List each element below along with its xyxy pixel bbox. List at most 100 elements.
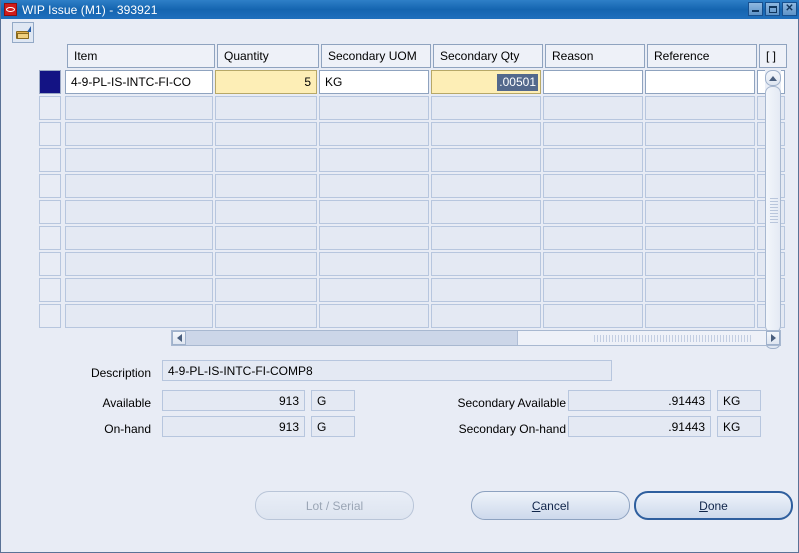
cell-reason[interactable] [543, 278, 643, 302]
cell-secondary_uom[interactable] [319, 226, 429, 250]
cell-item[interactable] [65, 252, 213, 276]
column-header-item[interactable]: Item [67, 44, 215, 68]
cell-reference[interactable] [645, 278, 755, 302]
minimize-icon[interactable] [748, 2, 763, 16]
table-row[interactable] [39, 148, 787, 174]
column-header-secondary_qty[interactable]: Secondary Qty [433, 44, 543, 68]
table-row[interactable] [39, 278, 787, 304]
cell-reference[interactable] [645, 174, 755, 198]
row-selector[interactable] [39, 252, 61, 276]
row-selector[interactable] [39, 226, 61, 250]
secondary-available-uom-field[interactable]: KG [717, 390, 761, 411]
table-row[interactable] [39, 200, 787, 226]
cell-secondary_qty[interactable] [431, 96, 541, 120]
cell-reason[interactable] [543, 148, 643, 172]
secondary-onhand-field[interactable]: .91443 [568, 416, 711, 437]
cancel-button[interactable]: Cancel [471, 491, 630, 520]
onhand-uom-field[interactable]: G [311, 416, 355, 437]
cell-secondary_qty[interactable] [431, 200, 541, 224]
cell-quantity[interactable] [215, 200, 317, 224]
cell-secondary_uom[interactable] [319, 304, 429, 328]
table-row[interactable] [39, 96, 787, 122]
cell-secondary_uom[interactable] [319, 96, 429, 120]
cell-item[interactable] [65, 148, 213, 172]
cell-item[interactable] [65, 174, 213, 198]
cell-secondary_uom[interactable] [319, 252, 429, 276]
available-field[interactable]: 913 [162, 390, 305, 411]
cell-quantity[interactable] [215, 278, 317, 302]
cell-secondary_qty[interactable] [431, 278, 541, 302]
cell-quantity[interactable] [215, 174, 317, 198]
scroll-left-icon[interactable] [172, 331, 186, 345]
cell-item[interactable] [65, 278, 213, 302]
row-selector[interactable] [39, 200, 61, 224]
onhand-field[interactable]: 913 [162, 416, 305, 437]
row-selector[interactable] [39, 122, 61, 146]
cell-reference[interactable] [645, 148, 755, 172]
scroll-right-icon[interactable] [766, 331, 780, 345]
cell-secondary_uom[interactable] [319, 122, 429, 146]
cell-reason[interactable] [543, 226, 643, 250]
grid-horizontal-scrollbar[interactable] [171, 330, 781, 346]
cell-secondary_uom[interactable] [319, 278, 429, 302]
secondary-onhand-uom-field[interactable]: KG [717, 416, 761, 437]
table-row[interactable] [39, 252, 787, 278]
cell-item[interactable] [65, 122, 213, 146]
cell-item[interactable] [65, 200, 213, 224]
cell-secondary_qty[interactable] [431, 148, 541, 172]
cell-quantity[interactable] [215, 122, 317, 146]
cell-reference[interactable] [645, 200, 755, 224]
cell-secondary_qty[interactable] [431, 174, 541, 198]
cell-reference[interactable] [645, 252, 755, 276]
cell-secondary_uom[interactable] [319, 200, 429, 224]
maximize-icon[interactable] [765, 2, 780, 16]
close-icon[interactable]: ✕ [782, 2, 797, 16]
cell-reference[interactable] [645, 70, 755, 94]
cell-reason[interactable] [543, 252, 643, 276]
cell-secondary_qty[interactable] [431, 252, 541, 276]
column-header-reference[interactable]: Reference [647, 44, 757, 68]
cell-reference[interactable] [645, 122, 755, 146]
row-selector[interactable] [39, 148, 61, 172]
cell-reference[interactable] [645, 226, 755, 250]
cell-reason[interactable] [543, 96, 643, 120]
cell-reference[interactable] [645, 304, 755, 328]
available-uom-field[interactable]: G [311, 390, 355, 411]
cell-reason[interactable] [543, 200, 643, 224]
secondary-available-field[interactable]: .91443 [568, 390, 711, 411]
cell-secondary_qty[interactable] [431, 304, 541, 328]
cell-secondary_uom[interactable] [319, 148, 429, 172]
cell-secondary_uom[interactable] [319, 174, 429, 198]
cell-item[interactable]: 4-9-PL-IS-INTC-FI-CO [65, 70, 213, 94]
table-row[interactable] [39, 122, 787, 148]
row-selector[interactable] [39, 278, 61, 302]
row-selector[interactable] [39, 70, 61, 94]
column-header-flex[interactable]: [ ] [759, 44, 787, 68]
window-titlebar[interactable]: WIP Issue (M1) - 393921 ✕ [1, 0, 799, 19]
cell-reason[interactable] [543, 174, 643, 198]
cell-reason[interactable] [543, 122, 643, 146]
cell-item[interactable] [65, 226, 213, 250]
cell-quantity[interactable]: 5 [215, 70, 317, 94]
cell-quantity[interactable] [215, 96, 317, 120]
cell-reference[interactable] [645, 96, 755, 120]
row-selector[interactable] [39, 304, 61, 328]
cell-secondary_qty[interactable] [431, 122, 541, 146]
description-field[interactable]: 4-9-PL-IS-INTC-FI-COMP8 [162, 360, 612, 381]
cell-secondary_uom[interactable]: KG [319, 70, 429, 94]
cell-reason[interactable] [543, 70, 643, 94]
grid-vertical-scrollbar[interactable] [765, 70, 781, 349]
column-header-reason[interactable]: Reason [545, 44, 645, 68]
cell-reason[interactable] [543, 304, 643, 328]
cell-quantity[interactable] [215, 304, 317, 328]
column-header-quantity[interactable]: Quantity [217, 44, 319, 68]
table-row[interactable] [39, 174, 787, 200]
cell-secondary_qty[interactable] [431, 226, 541, 250]
done-button[interactable]: Done [634, 491, 793, 520]
lot-serial-button[interactable]: Lot / Serial [255, 491, 414, 520]
row-selector[interactable] [39, 96, 61, 120]
table-row[interactable] [39, 226, 787, 252]
cell-secondary_qty[interactable]: .00501 [431, 70, 541, 94]
horizontal-scrollbar-thumb[interactable] [186, 331, 518, 345]
scroll-up-icon[interactable] [765, 70, 781, 86]
